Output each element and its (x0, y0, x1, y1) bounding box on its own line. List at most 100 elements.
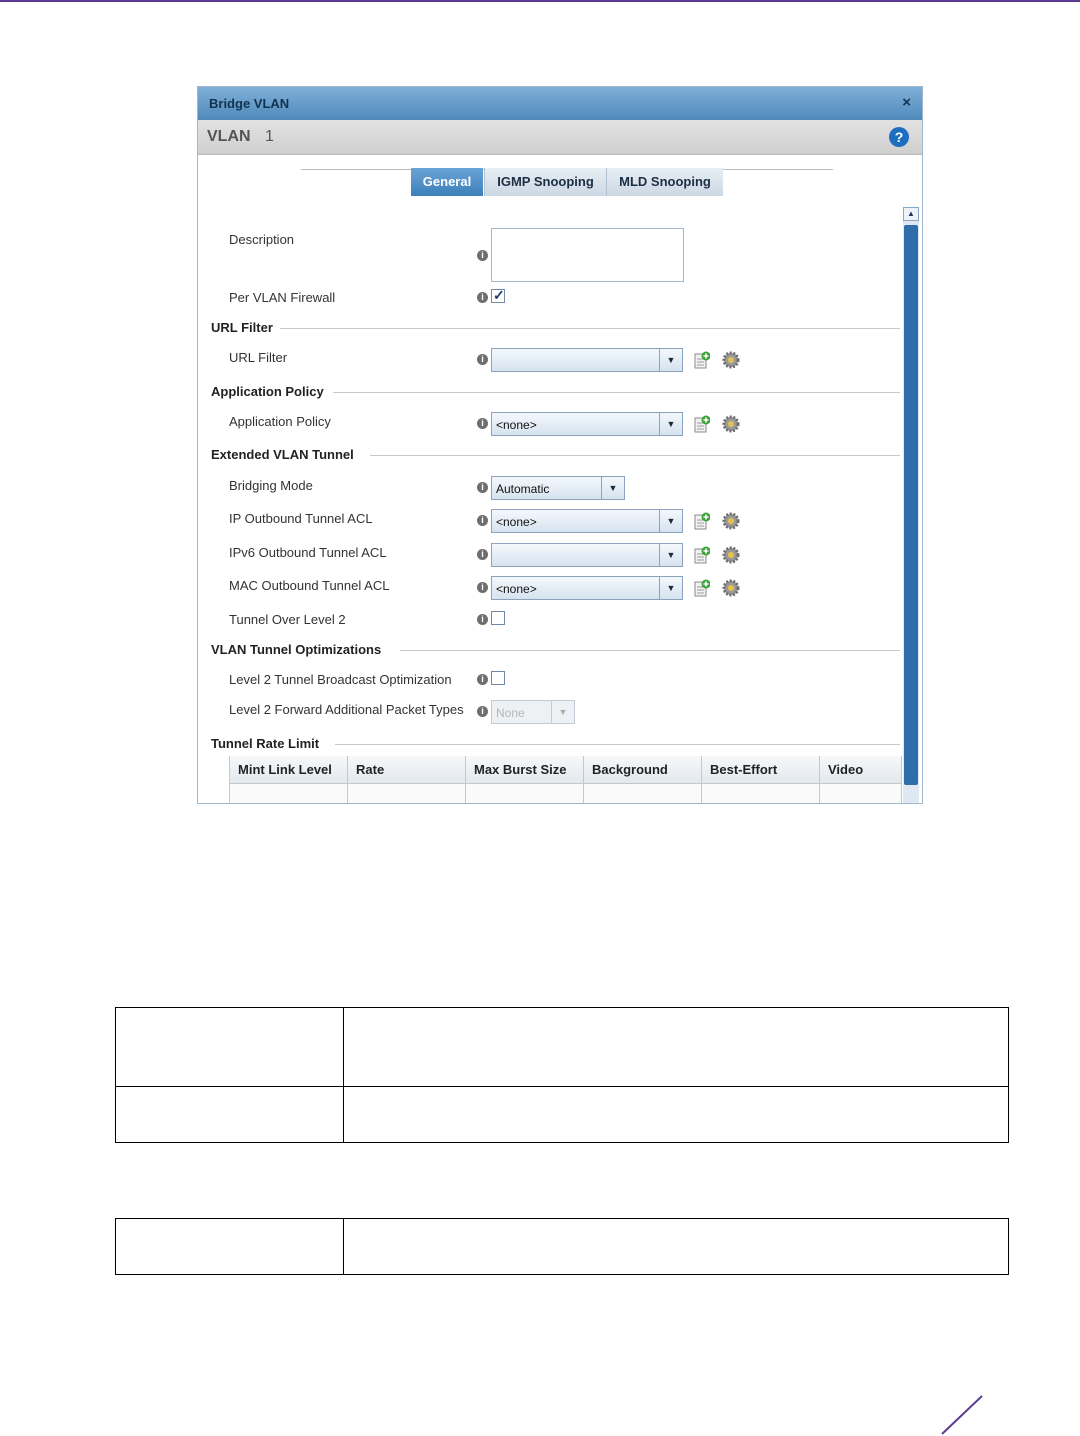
vlan-header: VLAN 1 ? (198, 120, 922, 155)
table-column-divider (343, 1219, 344, 1274)
scroll-up-icon[interactable]: ▲ (903, 207, 919, 221)
bridging-mode-value: Automatic (496, 482, 550, 496)
table-cell[interactable] (820, 784, 902, 803)
section-url-filter: URL Filter (211, 320, 273, 335)
bridging-mode-label: Bridging Mode (229, 478, 313, 493)
per-vlan-firewall-checkbox[interactable] (491, 287, 505, 304)
column-header[interactable]: Best-Effort (702, 756, 820, 784)
info-icon[interactable]: i (477, 515, 488, 526)
table-column-divider (343, 1008, 344, 1142)
url-filter-label: URL Filter (229, 350, 288, 365)
per-vlan-firewall-label: Per VLAN Firewall (229, 290, 336, 305)
page-corner-slash-icon (941, 1395, 983, 1435)
help-icon[interactable]: ? (889, 127, 909, 147)
broadcast-optimization-checkbox[interactable] (491, 671, 505, 685)
description-label: Description (229, 232, 295, 247)
close-icon[interactable]: × (902, 94, 911, 111)
section-divider (400, 650, 900, 651)
info-icon[interactable]: i (477, 614, 488, 625)
dropdown-arrow-icon[interactable]: ▼ (659, 510, 682, 532)
mac-outbound-tunnel-acl-value: <none> (496, 582, 537, 596)
info-icon[interactable]: i (477, 482, 488, 493)
document-table (115, 1218, 1009, 1275)
bridge-vlan-dialog: Bridge VLAN × VLAN 1 ? General IGMP Snoo… (197, 86, 923, 804)
dropdown-arrow-icon[interactable]: ▼ (659, 577, 682, 599)
add-icon[interactable] (694, 351, 710, 369)
table-cell[interactable] (348, 784, 466, 803)
add-icon[interactable] (694, 579, 710, 597)
ipv6-outbound-tunnel-acl-label: IPv6 Outbound Tunnel ACL (229, 545, 387, 560)
section-tunnel-rate-limit: Tunnel Rate Limit (211, 736, 320, 751)
ipv6-outbound-tunnel-acl-select[interactable]: ▼ (491, 543, 683, 567)
section-extended-vlan-tunnel: Extended VLAN Tunnel (211, 447, 354, 462)
info-icon[interactable]: i (477, 418, 488, 429)
section-vlan-tunnel-optimizations: VLAN Tunnel Optimizations (211, 642, 382, 657)
section-divider (370, 455, 900, 456)
vlan-number: 1 (265, 128, 274, 145)
ip-outbound-tunnel-acl-select[interactable]: <none> ▼ (491, 509, 683, 533)
table-cell[interactable] (702, 784, 820, 803)
column-header[interactable]: Mint Link Level (230, 756, 348, 784)
dropdown-arrow-icon[interactable]: ▼ (601, 477, 624, 499)
info-icon[interactable]: i (477, 582, 488, 593)
bridging-mode-select[interactable]: Automatic ▼ (491, 476, 625, 500)
add-icon[interactable] (694, 512, 710, 530)
gear-icon[interactable] (722, 415, 740, 433)
ip-outbound-tunnel-acl-value: <none> (496, 515, 537, 529)
section-divider (280, 328, 900, 329)
section-application-policy: Application Policy (211, 384, 324, 399)
dialog-title: Bridge VLAN (209, 96, 290, 111)
mac-outbound-tunnel-acl-select[interactable]: <none> ▼ (491, 576, 683, 600)
info-icon[interactable]: i (477, 674, 488, 685)
table-cell[interactable] (230, 784, 348, 803)
general-tab-content: Description i Per VLAN Firewall i URL Fi… (198, 197, 902, 803)
mac-outbound-tunnel-acl-label: MAC Outbound Tunnel ACL (229, 578, 390, 593)
dropdown-arrow-icon[interactable]: ▼ (659, 349, 682, 371)
application-policy-select[interactable]: <none> ▼ (491, 412, 683, 436)
table-cell[interactable] (466, 784, 584, 803)
gear-icon[interactable] (722, 351, 740, 369)
broadcast-optimization-label: Level 2 Tunnel Broadcast Optimization (229, 672, 452, 687)
vertical-scrollbar[interactable]: ▲ (903, 207, 919, 803)
add-icon[interactable] (694, 415, 710, 433)
table-row-divider (116, 1086, 1008, 1087)
description-input[interactable] (491, 228, 684, 282)
column-header[interactable]: Video (820, 756, 902, 784)
add-icon[interactable] (694, 546, 710, 564)
dropdown-arrow-icon: ▼ (551, 701, 574, 723)
info-icon[interactable]: i (477, 354, 488, 365)
tab-igmp-snooping[interactable]: IGMP Snooping (484, 168, 606, 196)
url-filter-select[interactable]: ▼ (491, 348, 683, 372)
forward-packet-types-value: None (496, 706, 525, 720)
dropdown-arrow-icon[interactable]: ▼ (659, 544, 682, 566)
tunnel-rate-limit-table: Mint Link Level Rate Max Burst Size Back… (229, 756, 902, 803)
section-divider (333, 392, 900, 393)
scroll-thumb[interactable] (904, 225, 918, 785)
section-divider (335, 744, 900, 745)
tab-mld-snooping[interactable]: MLD Snooping (606, 168, 723, 196)
column-header[interactable]: Max Burst Size (466, 756, 584, 784)
document-table (115, 1007, 1009, 1143)
ip-outbound-tunnel-acl-label: IP Outbound Tunnel ACL (229, 511, 373, 526)
tunnel-over-level-2-checkbox[interactable] (491, 611, 505, 625)
info-icon: i (477, 706, 488, 717)
tunnel-over-level-2-label: Tunnel Over Level 2 (229, 612, 346, 627)
gear-icon[interactable] (722, 546, 740, 564)
application-policy-label: Application Policy (229, 414, 331, 429)
dropdown-arrow-icon[interactable]: ▼ (659, 413, 682, 435)
info-icon[interactable]: i (477, 250, 488, 261)
forward-packet-types-label: Level 2 Forward Additional Packet Types (229, 702, 464, 717)
dialog-title-bar: Bridge VLAN × (198, 87, 922, 120)
table-cell[interactable] (584, 784, 702, 803)
forward-packet-types-select: None ▼ (491, 700, 575, 724)
vlan-label: VLAN (207, 128, 251, 145)
application-policy-value: <none> (496, 418, 537, 432)
gear-icon[interactable] (722, 579, 740, 597)
tab-general[interactable]: General (411, 168, 483, 196)
info-icon[interactable]: i (477, 549, 488, 560)
column-header[interactable]: Rate (348, 756, 466, 784)
column-header[interactable]: Background (584, 756, 702, 784)
gear-icon[interactable] (722, 512, 740, 530)
info-icon[interactable]: i (477, 292, 488, 303)
page-top-rule (0, 0, 1080, 2)
